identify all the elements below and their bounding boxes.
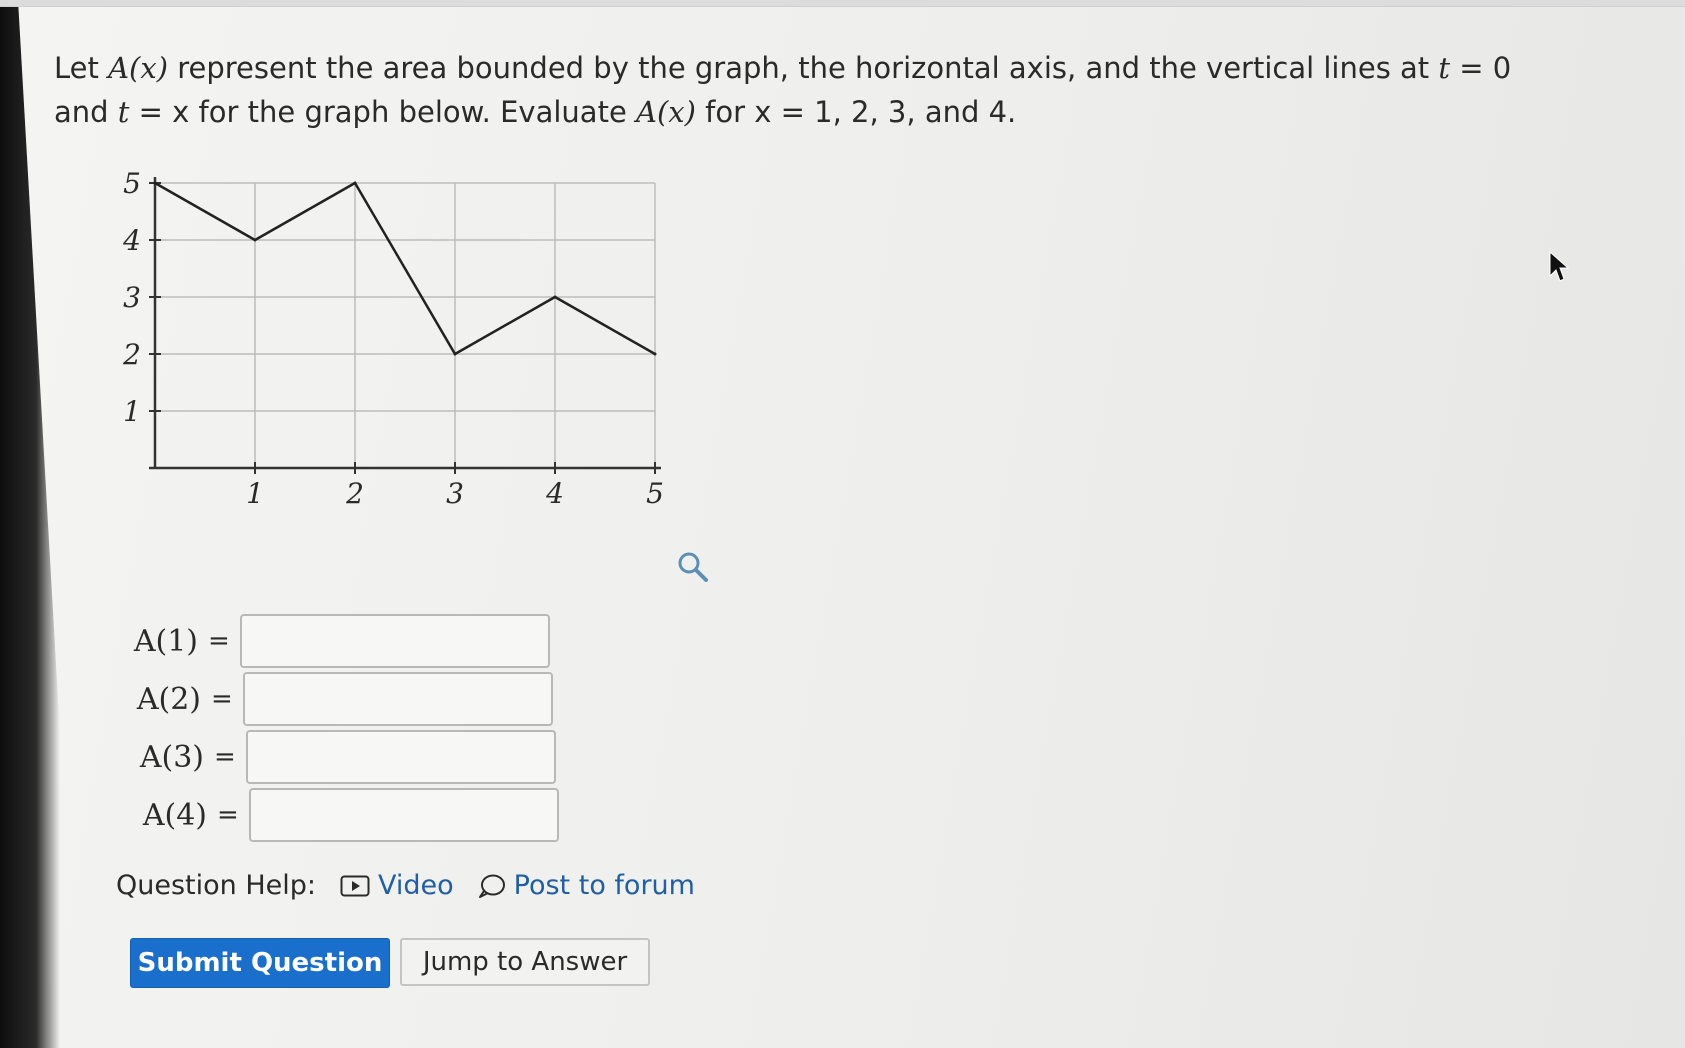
answer-label: A(1) (133, 623, 198, 659)
data-point (453, 352, 457, 356)
x-tick-label: 5 (646, 477, 664, 510)
area-graph: 1 2 3 4 5 1 2 3 4 5 (122, 168, 664, 510)
answer-label: A(4) (142, 797, 207, 833)
submit-question-button[interactable]: Submit Question (130, 938, 390, 988)
x-tick-label: 3 (446, 477, 464, 510)
answer-row-2: A(2) = (103, 670, 553, 728)
equals-sign: = (214, 742, 236, 772)
math-area-function: A(x) (108, 51, 169, 85)
graph-series (153, 181, 657, 356)
top-border (0, 0, 1685, 7)
y-tick-label: 1 (123, 395, 141, 428)
graph-ticks: 1 2 3 4 5 1 2 3 4 5 (122, 168, 664, 510)
post-to-forum-link[interactable]: Post to forum (478, 870, 695, 901)
answer-input-2[interactable] (242, 672, 553, 726)
question-help: Question Help: Video Post to forum (116, 870, 695, 901)
question-part: for x = 1, 2, 3, and 4. (695, 95, 1017, 129)
math-area-function: A(x) (636, 95, 696, 129)
math-t: t (117, 95, 130, 129)
video-link-label: Video (378, 870, 454, 901)
jump-to-answer-button[interactable]: Jump to Answer (400, 938, 650, 986)
question-part: Let (54, 51, 109, 85)
mouse-pointer-icon (1549, 250, 1570, 282)
screen: Let A(x) represent the area bounded by t… (0, 0, 1685, 1048)
equals-sign: = (217, 800, 239, 830)
answer-label: A(3) (139, 739, 204, 775)
answer-row-1: A(1) = (100, 612, 550, 670)
data-point (553, 295, 557, 299)
equals-sign: = (208, 626, 230, 656)
answer-input-3[interactable] (245, 730, 556, 784)
x-tick-label: 1 (246, 477, 264, 510)
x-tick-label: 2 (345, 477, 364, 510)
data-point (653, 352, 657, 356)
y-tick-label: 4 (122, 224, 141, 257)
question-help-label: Question Help: (116, 870, 316, 901)
y-tick-label: 5 (123, 168, 141, 200)
answer-input-4[interactable] (248, 788, 559, 842)
answer-label: A(2) (136, 681, 201, 717)
question-text: Let A(x) represent the area bounded by t… (54, 46, 1574, 134)
y-tick-label: 3 (123, 281, 141, 314)
answer-input-1[interactable] (239, 614, 550, 668)
question-part: represent the area bounded by the graph,… (168, 51, 1439, 85)
post-to-forum-label: Post to forum (513, 870, 695, 901)
data-line (154, 181, 656, 356)
y-tick-label: 2 (122, 338, 141, 371)
answer-row-4: A(4) = (109, 786, 559, 844)
question-part: = x for the graph below. Evaluate (129, 95, 637, 129)
data-point (153, 181, 157, 185)
graph-axes (149, 177, 661, 470)
video-link[interactable]: Video (340, 870, 454, 901)
speech-bubble-icon (478, 874, 505, 898)
math-t: t (1438, 51, 1451, 85)
video-icon (340, 875, 370, 896)
data-point (353, 181, 357, 185)
answer-row-3: A(3) = (106, 728, 556, 786)
magnifier-icon[interactable] (676, 550, 710, 584)
x-tick-label: 4 (545, 477, 564, 510)
equals-sign: = (211, 684, 233, 714)
data-point (253, 238, 257, 242)
